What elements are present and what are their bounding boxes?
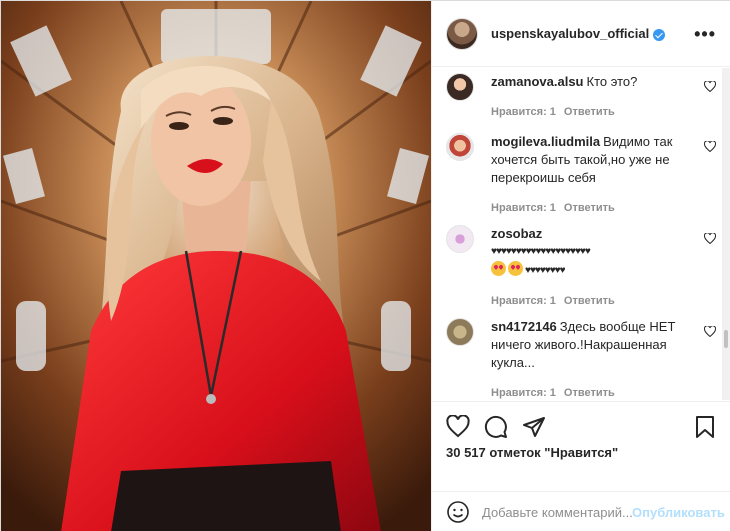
- comments-list: zamanova.alsu Кто это? Нравится: 1 Ответит…: [432, 68, 722, 400]
- author-avatar[interactable]: [446, 17, 478, 50]
- comment-input[interactable]: [482, 504, 632, 520]
- more-options-icon[interactable]: •••: [694, 25, 716, 43]
- comment-author[interactable]: sn4172146: [491, 319, 557, 334]
- comment-like-heart-icon[interactable]: [704, 233, 716, 244]
- comment-author[interactable]: zosobaz: [491, 226, 542, 241]
- comment-avatar[interactable]: [446, 133, 474, 161]
- emoji-smile-icon[interactable]: [446, 500, 470, 524]
- likes-count[interactable]: 30 517 отметок "Нравится": [432, 445, 730, 460]
- comment-avatar[interactable]: [446, 318, 474, 346]
- comment-text: ♥♥♥♥♥♥♥♥♥♥♥♥♥♥♥♥♥♥♥♥: [491, 246, 591, 257]
- comment-likes[interactable]: Нравится: 1: [491, 387, 556, 399]
- scrollbar-thumb[interactable]: [724, 330, 728, 348]
- reply-button[interactable]: Ответить: [564, 387, 615, 399]
- post-header: uspenskayalubov_official •••: [432, 1, 730, 67]
- comments-scrollbar[interactable]: [722, 68, 730, 400]
- comment-icon[interactable]: [484, 415, 508, 439]
- action-bar: 30 517 отметок "Нравится": [432, 401, 730, 491]
- comment-item: zamanova.alsu Кто это? Нравится: 1 Ответит…: [446, 73, 716, 121]
- heart-eyes-emoji-icon: [508, 261, 523, 276]
- comment-author[interactable]: zamanova.alsu: [491, 74, 584, 89]
- comment-avatar[interactable]: [446, 225, 474, 253]
- comment-like-heart-icon[interactable]: [704, 81, 716, 92]
- comment-likes[interactable]: Нравится: 1: [491, 106, 556, 118]
- comment-text: Кто это?: [586, 74, 638, 89]
- comment-text-continued: ♥♥♥♥♥♥♥♥: [525, 265, 565, 276]
- add-comment-bar: Опубликовать: [432, 491, 730, 531]
- share-paper-plane-icon[interactable]: [522, 415, 546, 439]
- comment-avatar[interactable]: [446, 73, 474, 101]
- publish-button[interactable]: Опубликовать: [632, 505, 725, 520]
- comment-item: sn4172146 Здесь вообще НЕТ ничего живого.…: [446, 318, 716, 400]
- post-container: uspenskayalubov_official ••• zamanova.al…: [0, 0, 730, 531]
- author-username[interactable]: uspenskayalubov_official: [491, 26, 649, 41]
- comment-like-heart-icon[interactable]: [704, 326, 716, 337]
- bookmark-icon[interactable]: [693, 415, 717, 439]
- post-photo[interactable]: [1, 1, 431, 531]
- comment-author[interactable]: mogileva.liudmila: [491, 134, 600, 149]
- comment-like-heart-icon[interactable]: [704, 141, 716, 152]
- comment-item: mogileva.liudmila Видимо так хочется быть…: [446, 133, 716, 217]
- heart-icon[interactable]: [446, 415, 470, 439]
- portrait-illustration: [1, 1, 431, 531]
- reply-button[interactable]: Ответить: [564, 202, 615, 214]
- reply-button[interactable]: Ответить: [564, 106, 615, 118]
- comment-likes[interactable]: Нравится: 1: [491, 295, 556, 307]
- reply-button[interactable]: Ответить: [564, 295, 615, 307]
- comment-item: zosobaz ♥♥♥♥♥♥♥♥♥♥♥♥♥♥♥♥♥♥♥♥ ♥♥♥♥♥♥♥♥ Нр…: [446, 225, 716, 310]
- heart-eyes-emoji-icon: [491, 261, 506, 276]
- post-sidebar: uspenskayalubov_official ••• zamanova.al…: [431, 1, 730, 531]
- comment-likes[interactable]: Нравится: 1: [491, 202, 556, 214]
- verified-badge-icon: [653, 28, 666, 41]
